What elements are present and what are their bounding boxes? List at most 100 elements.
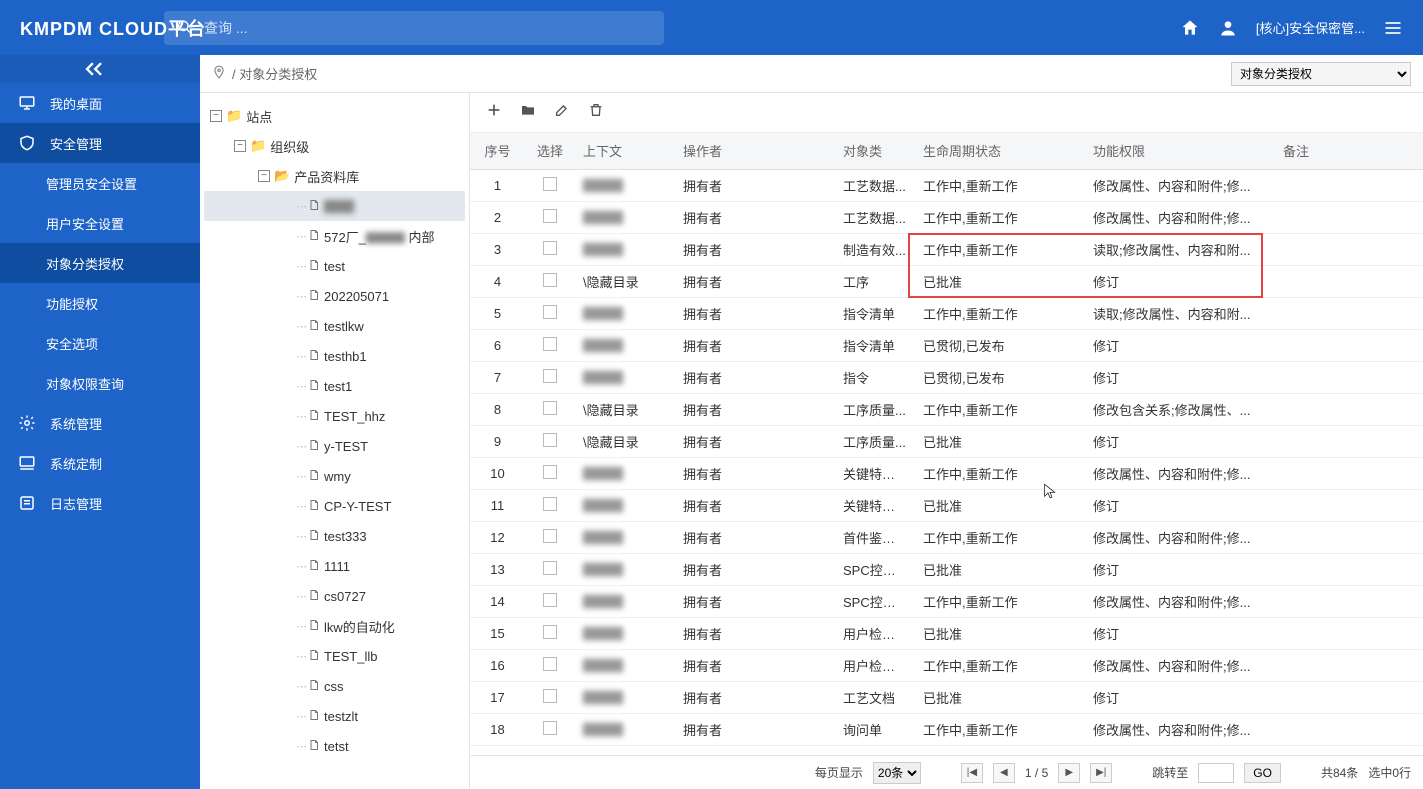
tree-leaf[interactable]: ⋯test333 <box>204 521 465 551</box>
sidebar-subitem[interactable]: 功能授权 <box>0 283 200 323</box>
row-checkbox[interactable] <box>543 305 557 319</box>
add-button[interactable] <box>486 102 502 123</box>
tree-leaf[interactable]: ⋯css <box>204 671 465 701</box>
table-row[interactable]: 16▇▇▇▇拥有者用户检验项工作中,重新工作修改属性、内容和附件;修... <box>470 649 1423 681</box>
row-checkbox[interactable] <box>543 241 557 255</box>
tree-leaf[interactable]: ⋯cs0727 <box>204 581 465 611</box>
edit-button[interactable] <box>554 102 570 123</box>
column-header[interactable]: 备注 <box>1275 133 1423 169</box>
tree-leaf[interactable]: ⋯y-TEST <box>204 431 465 461</box>
tree-leaf[interactable]: ⋯TEST_hhz <box>204 401 465 431</box>
table-scroll[interactable]: 序号选择上下文操作者对象类生命周期状态功能权限备注 1▇▇▇▇拥有者工艺数据..… <box>470 133 1423 755</box>
row-checkbox[interactable] <box>543 497 557 511</box>
table-row[interactable]: 14▇▇▇▇拥有者SPC控制项工作中,重新工作修改属性、内容和附件;修... <box>470 585 1423 617</box>
tree-panel[interactable]: − 📁 站点 − 📁 组织级 − 📂 产品资料库 ⋯▇▇▇⋯572厂_▇ <box>200 93 470 789</box>
sidebar-collapse[interactable] <box>0 55 200 83</box>
per-page-select[interactable]: 20条 <box>873 762 921 784</box>
sidebar-subitem[interactable]: 对象权限查询 <box>0 363 200 403</box>
tree-leaf[interactable]: ⋯CP-Y-TEST <box>204 491 465 521</box>
row-checkbox[interactable] <box>543 593 557 607</box>
go-button[interactable]: GO <box>1244 763 1281 783</box>
current-user-label[interactable]: [核心]安全保密管... <box>1256 18 1365 37</box>
home-icon[interactable] <box>1180 18 1200 38</box>
tree-leaf[interactable]: ⋯testhb1 <box>204 341 465 371</box>
first-page-button[interactable]: |◀ <box>961 763 983 783</box>
user-icon[interactable] <box>1218 18 1238 38</box>
crumb-dropdown[interactable]: 对象分类授权 <box>1231 62 1411 86</box>
tree-node-root[interactable]: − 📁 站点 <box>204 101 465 131</box>
row-checkbox[interactable] <box>543 337 557 351</box>
tree-leaf[interactable]: ⋯lkw的自动化 <box>204 611 465 641</box>
sidebar-subitem[interactable]: 管理员安全设置 <box>0 163 200 203</box>
table-row[interactable]: 6▇▇▇▇拥有者指令清单已贯彻,已发布修订 <box>470 329 1423 361</box>
tree-collapse-icon[interactable]: − <box>234 140 246 152</box>
table-row[interactable]: 1▇▇▇▇拥有者工艺数据...工作中,重新工作修改属性、内容和附件;修... <box>470 169 1423 201</box>
menu-icon[interactable] <box>1383 18 1403 38</box>
row-checkbox[interactable] <box>543 433 557 447</box>
tree-leaf[interactable]: ⋯202205071 <box>204 281 465 311</box>
sidebar-item-custom[interactable]: 系统定制 <box>0 443 200 483</box>
row-checkbox[interactable] <box>543 561 557 575</box>
sidebar-subitem[interactable]: 对象分类授权 <box>0 243 200 283</box>
column-header[interactable]: 序号 <box>470 133 525 169</box>
row-checkbox[interactable] <box>543 529 557 543</box>
table-row[interactable]: 17▇▇▇▇拥有者工艺文档已批准修订 <box>470 681 1423 713</box>
tree-leaf[interactable]: ⋯▇▇▇ <box>204 191 465 221</box>
next-page-button[interactable]: ▶ <box>1058 763 1080 783</box>
column-header[interactable]: 选择 <box>525 133 575 169</box>
tree-leaf[interactable]: ⋯test1 <box>204 371 465 401</box>
tree-leaf[interactable]: ⋯TEST_llb <box>204 641 465 671</box>
sidebar-subitem[interactable]: 安全选项 <box>0 323 200 363</box>
table-row[interactable]: 15▇▇▇▇拥有者用户检验项已批准修订 <box>470 617 1423 649</box>
tree-leaf[interactable]: ⋯572厂_▇▇▇ 内部 <box>204 221 465 251</box>
column-header[interactable]: 功能权限 <box>1085 133 1275 169</box>
tree-node[interactable]: − 📁 组织级 <box>204 131 465 161</box>
row-checkbox[interactable] <box>543 721 557 735</box>
column-header[interactable]: 操作者 <box>675 133 835 169</box>
table-row[interactable]: 3▇▇▇▇拥有者制造有效...工作中,重新工作读取;修改属性、内容和附... <box>470 233 1423 265</box>
delete-button[interactable] <box>588 102 604 123</box>
tree-leaf[interactable]: ⋯test <box>204 251 465 281</box>
goto-input[interactable] <box>1198 763 1234 783</box>
sidebar-subitem[interactable]: 用户安全设置 <box>0 203 200 243</box>
row-checkbox[interactable] <box>543 177 557 191</box>
row-checkbox[interactable] <box>543 273 557 287</box>
tree-leaf[interactable]: ⋯testlkw <box>204 311 465 341</box>
column-header[interactable]: 生命周期状态 <box>915 133 1085 169</box>
tree-leaf[interactable]: ⋯tetst <box>204 731 465 761</box>
row-checkbox[interactable] <box>543 657 557 671</box>
table-row[interactable]: 18▇▇▇▇拥有者询问单工作中,重新工作修改属性、内容和附件;修... <box>470 713 1423 745</box>
folder-button[interactable] <box>520 102 536 123</box>
tree-leaf[interactable]: ⋯1111 <box>204 551 465 581</box>
tree-collapse-icon[interactable]: − <box>258 170 270 182</box>
search-input[interactable] <box>164 11 664 45</box>
column-header[interactable]: 上下文 <box>575 133 675 169</box>
table-row[interactable]: 10▇▇▇▇拥有者关键特性项工作中,重新工作修改属性、内容和附件;修... <box>470 457 1423 489</box>
sidebar-item-system[interactable]: 系统管理 <box>0 403 200 443</box>
prev-page-button[interactable]: ◀ <box>993 763 1015 783</box>
last-page-button[interactable]: ▶| <box>1090 763 1112 783</box>
row-checkbox[interactable] <box>543 369 557 383</box>
table-row[interactable]: 8\隐藏目录拥有者工序质量...工作中,重新工作修改包含关系;修改属性、... <box>470 393 1423 425</box>
sidebar-item-desktop[interactable]: 我的桌面 <box>0 83 200 123</box>
table-row[interactable]: 12▇▇▇▇拥有者首件鉴定项工作中,重新工作修改属性、内容和附件;修... <box>470 521 1423 553</box>
tree-node[interactable]: − 📂 产品资料库 <box>204 161 465 191</box>
table-row[interactable]: 9\隐藏目录拥有者工序质量...已批准修订 <box>470 425 1423 457</box>
column-header[interactable]: 对象类 <box>835 133 915 169</box>
table-row[interactable]: 7▇▇▇▇拥有者指令已贯彻,已发布修订 <box>470 361 1423 393</box>
row-checkbox[interactable] <box>543 209 557 223</box>
table-row[interactable]: 5▇▇▇▇拥有者指令清单工作中,重新工作读取;修改属性、内容和附... <box>470 297 1423 329</box>
table-row[interactable]: 11▇▇▇▇拥有者关键特性项已批准修订 <box>470 489 1423 521</box>
tree-collapse-icon[interactable]: − <box>210 110 222 122</box>
table-row[interactable]: 4\隐藏目录拥有者工序已批准修订 <box>470 265 1423 297</box>
table-row[interactable]: 13▇▇▇▇拥有者SPC控制项已批准修订 <box>470 553 1423 585</box>
row-checkbox[interactable] <box>543 689 557 703</box>
tree-leaf[interactable]: ⋯wmy <box>204 461 465 491</box>
sidebar-item-security[interactable]: 安全管理 <box>0 123 200 163</box>
row-checkbox[interactable] <box>543 465 557 479</box>
sidebar-item-log[interactable]: 日志管理 <box>0 483 200 523</box>
row-checkbox[interactable] <box>543 401 557 415</box>
table-row[interactable]: 2▇▇▇▇拥有者工艺数据...工作中,重新工作修改属性、内容和附件;修... <box>470 201 1423 233</box>
row-checkbox[interactable] <box>543 625 557 639</box>
tree-leaf[interactable]: ⋯testzlt <box>204 701 465 731</box>
